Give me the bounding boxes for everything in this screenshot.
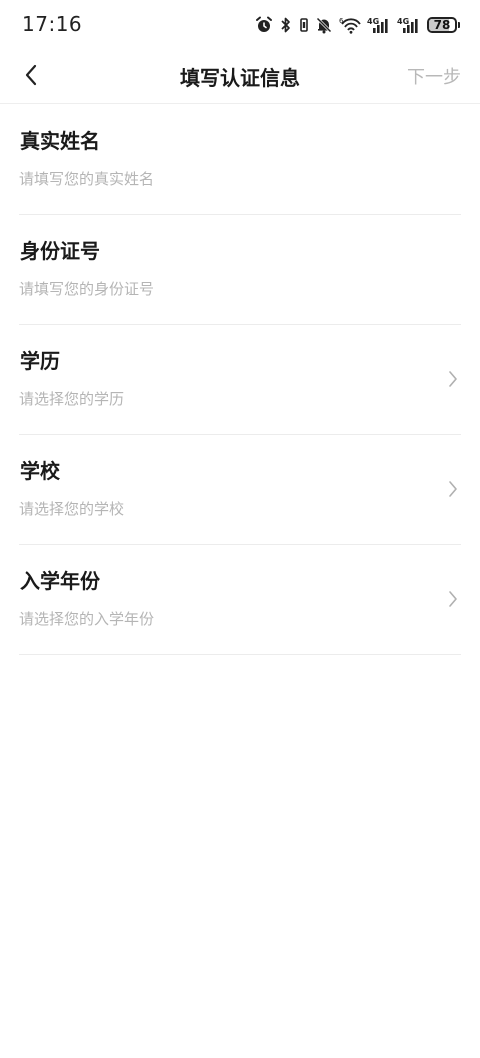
id-number-input[interactable]	[19, 277, 439, 301]
chevron-right-icon	[445, 478, 461, 500]
education-label: 学历	[20, 349, 60, 373]
education-select[interactable]	[19, 387, 439, 411]
enroll-year-label: 入学年份	[20, 569, 100, 593]
chevron-right-icon	[445, 588, 461, 610]
verification-form: 真实姓名 身份证号 学历 学校 入学年份	[0, 105, 480, 655]
chevron-right-icon	[445, 368, 461, 390]
wifi-icon: 6	[339, 16, 361, 34]
alarm-icon	[255, 16, 273, 34]
school-select[interactable]	[19, 497, 439, 521]
form-row-enroll-year[interactable]: 入学年份	[19, 545, 461, 655]
status-icons: 6 4G 4G 78	[255, 14, 460, 36]
bluetooth-icon	[279, 16, 293, 34]
form-row-id-number: 身份证号	[19, 215, 461, 325]
vibrate-icon	[299, 16, 309, 34]
svg-text:4G: 4G	[397, 17, 409, 26]
battery-level: 78	[433, 18, 451, 32]
name-input[interactable]	[19, 167, 439, 191]
mute-icon	[315, 16, 333, 34]
signal-4g-icon: 4G	[397, 16, 421, 34]
name-label: 真实姓名	[20, 129, 100, 153]
form-row-school[interactable]: 学校	[19, 435, 461, 545]
form-row-name: 真实姓名	[19, 105, 461, 215]
id-number-label: 身份证号	[20, 239, 100, 263]
form-row-education[interactable]: 学历	[19, 325, 461, 435]
school-label: 学校	[20, 459, 60, 483]
signal-4g-icon: 4G	[367, 16, 391, 34]
status-bar: 17:16 6 4G 4G 78	[0, 0, 480, 50]
nav-bar: 填写认证信息 下一步	[0, 50, 480, 104]
battery-icon: 78	[427, 17, 460, 33]
enroll-year-select[interactable]	[19, 607, 439, 631]
svg-text:4G: 4G	[367, 17, 379, 26]
status-time: 17:16	[22, 12, 83, 36]
next-step-button[interactable]: 下一步	[407, 63, 461, 89]
